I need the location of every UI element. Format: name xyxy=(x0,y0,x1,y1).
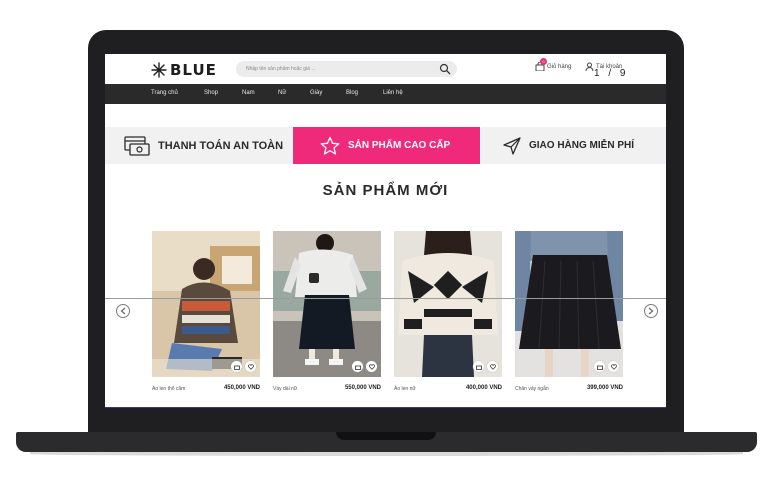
feature-safe-payment: THANH TOÁN AN TOÀN xyxy=(105,127,292,164)
nav-item-shoes[interactable]: Giày xyxy=(310,90,322,96)
product-name[interactable]: Váy dài nữ xyxy=(273,386,297,392)
feature-free-shipping: GIAO HÀNG MIỄN PHÍ xyxy=(481,127,666,164)
search-icon[interactable] xyxy=(439,63,451,75)
nav-item-women[interactable]: Nữ xyxy=(278,90,286,96)
carousel-divider xyxy=(105,298,666,299)
heart-icon xyxy=(247,363,254,370)
product-name[interactable]: Áo len nữ xyxy=(394,386,416,392)
bag-icon xyxy=(596,365,603,370)
feature-premium: SẢN PHẨM CAO CẤP xyxy=(293,127,480,164)
feature-safe-payment-label: THANH TOÁN AN TOÀN xyxy=(158,139,284,152)
section-title: SẢN PHẨM MỚI xyxy=(322,182,449,199)
nav-item-men[interactable]: Nam xyxy=(242,90,255,96)
add-to-cart-button[interactable] xyxy=(594,361,605,372)
main-nav: Trang chủ Shop Nam Nữ Giày Blog Liên hệ xyxy=(105,84,666,104)
star-icon xyxy=(320,136,340,155)
product-image[interactable] xyxy=(394,231,502,377)
slider-indicator: 1 / 9 xyxy=(594,68,629,79)
laptop-shadow xyxy=(30,452,743,456)
add-to-cart-button[interactable] xyxy=(352,361,363,372)
add-to-cart-button[interactable] xyxy=(231,361,242,372)
wishlist-button[interactable] xyxy=(366,361,377,372)
logo[interactable]: BLUE xyxy=(151,61,217,79)
bag-icon xyxy=(233,365,240,370)
search-bar xyxy=(236,61,457,77)
nav-item-contact[interactable]: Liên hệ xyxy=(383,90,403,96)
feature-strip: THANH TOÁN AN TOÀN SẢN PHẨM CAO CẤP GIAO… xyxy=(105,127,666,164)
product-actions xyxy=(594,361,619,372)
product-image[interactable] xyxy=(273,231,381,377)
product-actions xyxy=(473,361,498,372)
laptop-notch xyxy=(336,432,436,440)
product-card[interactable]: Áo len nữ 400,000 VND xyxy=(394,231,502,392)
product-image[interactable] xyxy=(515,231,623,377)
product-actions xyxy=(231,361,256,372)
logo-star-icon xyxy=(151,62,167,78)
product-actions xyxy=(352,361,377,372)
product-name[interactable]: Chân váy ngắn xyxy=(515,386,549,392)
laptop-screen: BLUE 0 Giỏ hàng Tài khoản Trang chủ Shop… xyxy=(105,54,666,408)
site-header: BLUE 0 Giỏ hàng Tài khoản xyxy=(105,54,666,84)
carousel-next-button[interactable] xyxy=(644,304,658,318)
cart-count-badge: 0 xyxy=(540,58,547,65)
cart-link[interactable]: 0 Giỏ hàng xyxy=(535,58,572,72)
user-icon xyxy=(585,62,594,71)
product-price: 400,000 VND xyxy=(465,385,502,391)
send-icon xyxy=(503,136,521,155)
cart-label: Giỏ hàng xyxy=(547,63,572,70)
heart-icon xyxy=(368,363,375,370)
product-card[interactable]: Chân váy ngắn 399,000 VND xyxy=(515,231,623,392)
feature-premium-label: SẢN PHẨM CAO CẤP xyxy=(348,140,451,151)
product-image[interactable] xyxy=(152,231,260,377)
search-input[interactable] xyxy=(246,62,436,76)
bag-icon xyxy=(475,365,482,370)
product-name[interactable]: Áo len thổ cẩm xyxy=(152,386,185,392)
product-price: 550,000 VND xyxy=(344,385,381,391)
bag-icon: 0 xyxy=(535,58,547,72)
wishlist-button[interactable] xyxy=(487,361,498,372)
nav-item-shop[interactable]: Shop xyxy=(204,90,218,96)
card-icon xyxy=(124,135,150,156)
screen-bottom-edge xyxy=(105,407,666,408)
product-carousel: Áo len thổ cẩm 450,000 VND Váy dài nữ 55… xyxy=(105,231,666,408)
heart-icon xyxy=(610,363,617,370)
product-price: 399,000 VND xyxy=(586,385,623,391)
bag-icon xyxy=(354,365,361,370)
logo-text: BLUE xyxy=(170,61,217,79)
chevron-left-icon xyxy=(120,307,126,315)
product-card[interactable]: Áo len thổ cẩm 450,000 VND xyxy=(152,231,260,392)
nav-item-home[interactable]: Trang chủ xyxy=(151,90,178,96)
carousel-prev-button[interactable] xyxy=(116,304,130,318)
product-price: 450,000 VND xyxy=(223,385,260,391)
feature-free-shipping-label: GIAO HÀNG MIỄN PHÍ xyxy=(529,140,635,151)
nav-item-blog[interactable]: Blog xyxy=(346,90,358,96)
heart-icon xyxy=(489,363,496,370)
add-to-cart-button[interactable] xyxy=(473,361,484,372)
chevron-right-icon xyxy=(648,307,654,315)
product-card[interactable]: Váy dài nữ 550,000 VND xyxy=(273,231,381,392)
wishlist-button[interactable] xyxy=(245,361,256,372)
wishlist-button[interactable] xyxy=(608,361,619,372)
